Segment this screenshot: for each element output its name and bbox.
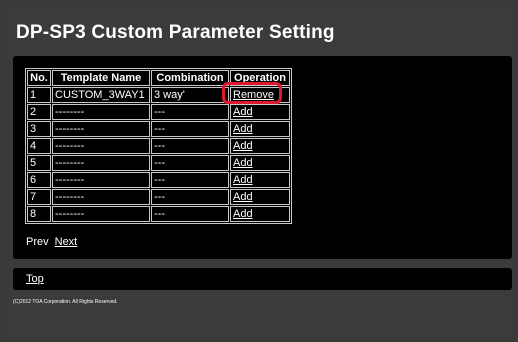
row-template-name: --------: [52, 121, 150, 137]
row-template-name: --------: [52, 206, 150, 222]
row-operation-cell: Add: [230, 189, 290, 205]
row-no: 5: [27, 155, 51, 171]
row-operation-cell: Add: [230, 138, 290, 154]
add-link[interactable]: Add: [233, 106, 253, 118]
row-combination: ---: [151, 104, 229, 120]
row-operation-cell: Add: [230, 155, 290, 171]
table-row: 1 CUSTOM_3WAY1 3 way' Remove: [27, 87, 290, 103]
row-combination: ---: [151, 189, 229, 205]
row-combination: ---: [151, 206, 229, 222]
row-combination: ---: [151, 155, 229, 171]
table-row: 8 -------- --- Add: [27, 206, 290, 222]
remove-link[interactable]: Remove: [233, 89, 274, 101]
row-no: 3: [27, 121, 51, 137]
copyright-text: (C)2012 TOA Corporation. All Rights Rese…: [13, 299, 118, 305]
add-link[interactable]: Add: [233, 191, 253, 203]
table-row: 2 -------- --- Add: [27, 104, 290, 120]
footer-panel: [13, 268, 512, 290]
row-template-name: --------: [52, 172, 150, 188]
row-no: 1: [27, 87, 51, 103]
pager: Prev Next: [26, 236, 77, 248]
row-no: 8: [27, 206, 51, 222]
row-template-name: --------: [52, 104, 150, 120]
row-operation-cell: Add: [230, 172, 290, 188]
add-link[interactable]: Add: [233, 208, 253, 220]
next-link[interactable]: Next: [55, 236, 78, 248]
row-combination: 3 way': [151, 87, 229, 103]
header-template-name: Template Name: [52, 70, 150, 86]
add-link[interactable]: Add: [233, 140, 253, 152]
row-combination: ---: [151, 172, 229, 188]
add-link[interactable]: Add: [233, 174, 253, 186]
table-row: 7 -------- --- Add: [27, 189, 290, 205]
prev-label: Prev: [26, 236, 49, 248]
row-template-name: CUSTOM_3WAY1: [52, 87, 150, 103]
row-operation-cell: Add: [230, 206, 290, 222]
row-template-name: --------: [52, 155, 150, 171]
row-template-name: --------: [52, 138, 150, 154]
table-row: 3 -------- --- Add: [27, 121, 290, 137]
header-operation: Operation: [230, 70, 290, 86]
row-operation-cell: Remove: [230, 87, 290, 103]
row-no: 2: [27, 104, 51, 120]
row-operation-cell: Add: [230, 121, 290, 137]
add-link[interactable]: Add: [233, 157, 253, 169]
row-no: 4: [27, 138, 51, 154]
row-combination: ---: [151, 138, 229, 154]
add-link[interactable]: Add: [233, 123, 253, 135]
row-operation-cell: Add: [230, 104, 290, 120]
table-header-row: No. Template Name Combination Operation: [27, 70, 290, 86]
row-no: 6: [27, 172, 51, 188]
header-no: No.: [27, 70, 51, 86]
row-no: 7: [27, 189, 51, 205]
table-row: 4 -------- --- Add: [27, 138, 290, 154]
table-row: 6 -------- --- Add: [27, 172, 290, 188]
page-title: DP-SP3 Custom Parameter Setting: [16, 22, 335, 43]
top-link[interactable]: Top: [26, 273, 44, 285]
parameter-table: No. Template Name Combination Operation …: [25, 68, 292, 224]
header-combination: Combination: [151, 70, 229, 86]
row-combination: ---: [151, 121, 229, 137]
row-template-name: --------: [52, 189, 150, 205]
table-row: 5 -------- --- Add: [27, 155, 290, 171]
